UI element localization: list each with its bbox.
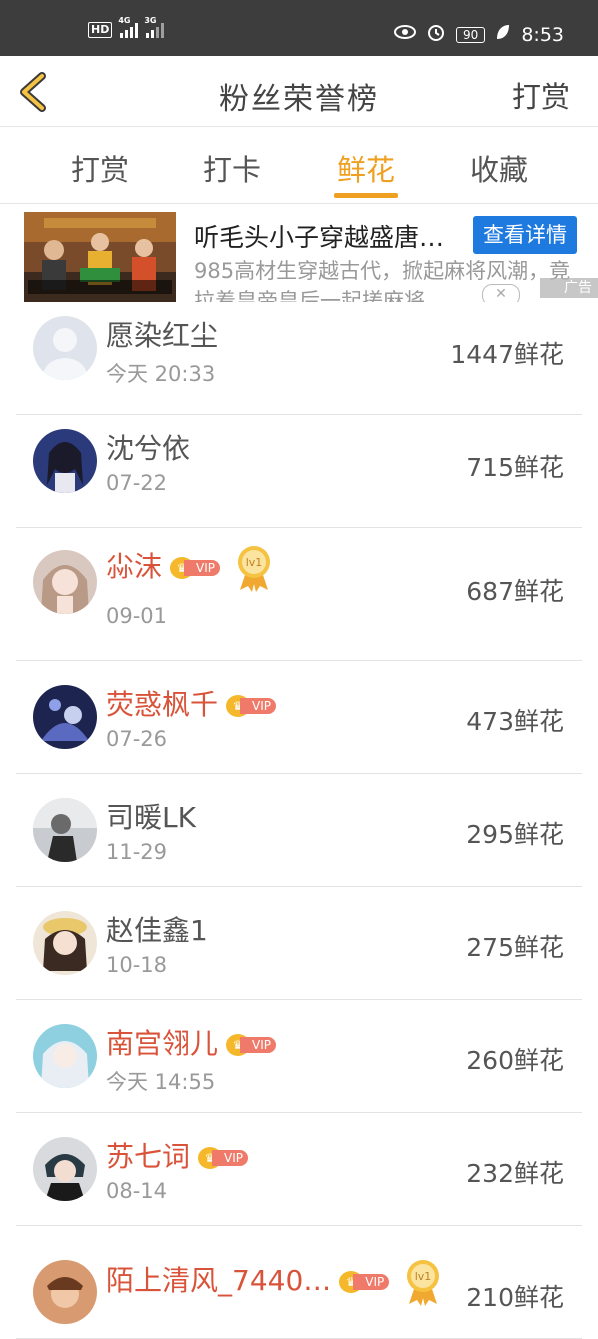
- fan-date: 11-29: [106, 840, 168, 864]
- eye-icon: [394, 24, 417, 45]
- fan-name: 荧惑枫千 ♛ VIP: [106, 683, 282, 723]
- level-medal-icon: lv1: [236, 544, 272, 592]
- leaf-icon: [495, 23, 511, 46]
- fan-name: 愿染红尘: [106, 319, 219, 352]
- list-item[interactable]: 司暖LK 11-29 295鲜花: [16, 774, 582, 887]
- avatar: [33, 1260, 97, 1324]
- fan-flower-count: 275鲜花: [466, 933, 564, 962]
- fan-date: 今天 20:33: [106, 362, 216, 386]
- status-bar: HD 4G 3G 90 8:53: [0, 0, 598, 56]
- svg-text:lv1: lv1: [246, 556, 263, 569]
- fan-flower-count: 687鲜花: [466, 577, 564, 606]
- fan-flower-count: 1447鲜花: [450, 340, 564, 369]
- fan-flower-count: 473鲜花: [466, 707, 564, 736]
- ad-close-button[interactable]: ✕: [482, 284, 520, 302]
- status-left: HD 4G 3G: [88, 16, 165, 38]
- list-item[interactable]: 愿染红尘 今天 20:33 1447鲜花: [16, 302, 582, 415]
- vip-badge: ♛ VIP: [339, 1271, 395, 1293]
- battery-icon: 90: [456, 26, 486, 43]
- fan-date: 09-01: [106, 604, 168, 628]
- fan-name: 苏七词 ♛ VIP: [106, 1135, 254, 1175]
- vip-badge: ♛ VIP: [170, 557, 226, 579]
- vip-badge: ♛ VIP: [226, 695, 282, 717]
- active-tab-indicator: [334, 193, 398, 198]
- fan-name: 司暖LK: [106, 801, 196, 834]
- clock: 8:53: [521, 23, 564, 46]
- level-medal-icon: lv1: [405, 1258, 441, 1306]
- signal-icon-2: 3G: [144, 16, 165, 38]
- list-item[interactable]: 陌上清风_7440… ♛ VIP lv1 210鲜花: [16, 1226, 582, 1339]
- fan-date: 07-22: [106, 471, 168, 495]
- vip-badge: ♛ VIP: [226, 1034, 282, 1056]
- list-item[interactable]: 沈兮依 07-22 715鲜花: [16, 415, 582, 528]
- avatar: [33, 911, 97, 975]
- page-title: 粉丝荣誉榜: [219, 82, 379, 117]
- fan-date: 10-18: [106, 953, 168, 977]
- close-icon: ✕: [495, 286, 507, 302]
- avatar: [33, 685, 97, 749]
- list-item[interactable]: 苏七词 ♛ VIP 08-14 232鲜花: [16, 1113, 582, 1226]
- hd-indicator: HD: [88, 22, 113, 38]
- fan-flower-count: 210鲜花: [466, 1283, 564, 1312]
- alarm-icon: [426, 22, 446, 47]
- svg-text:lv1: lv1: [415, 1270, 432, 1283]
- avatar: [33, 1137, 97, 1201]
- ad-title[interactable]: 听毛头小子穿越盛唐…: [194, 218, 472, 254]
- list-item[interactable]: 尛沫 ♛ VIP lv1 09-01 687鲜花: [16, 528, 582, 661]
- fan-name: 南宫翎儿 ♛ VIP: [106, 1022, 282, 1062]
- tab-reward[interactable]: 打赏: [50, 147, 150, 189]
- fan-flower-count: 715鲜花: [466, 453, 564, 482]
- ad-label: 广告: [540, 278, 598, 298]
- ad-banner[interactable]: 听毛头小子穿越盛唐… 查看详情 985高材生穿越古代，掀起麻将风潮，竟拉着皇帝皇…: [0, 204, 598, 302]
- avatar: [33, 316, 97, 380]
- status-right: 90 8:53: [394, 22, 564, 47]
- tab-favorites[interactable]: 收藏: [449, 147, 549, 189]
- app-header: 粉丝荣誉榜 打赏: [0, 56, 598, 127]
- view-details-button[interactable]: 查看详情: [473, 216, 577, 254]
- fan-flower-count: 232鲜花: [466, 1159, 564, 1188]
- tab-bar: 打赏 打卡 鲜花 收藏: [0, 127, 598, 204]
- list-item[interactable]: 南宫翎儿 ♛ VIP 今天 14:55 260鲜花: [16, 1000, 582, 1113]
- vip-badge: ♛ VIP: [198, 1147, 254, 1169]
- reward-button[interactable]: 打赏: [512, 74, 570, 116]
- avatar: [33, 550, 97, 614]
- ad-thumbnail[interactable]: [24, 212, 176, 302]
- avatar: [33, 798, 97, 862]
- fan-date: 07-26: [106, 727, 168, 751]
- list-item[interactable]: 赵佳鑫1 10-18 275鲜花: [16, 887, 582, 1000]
- list-item[interactable]: 荧惑枫千 ♛ VIP 07-26 473鲜花: [16, 661, 582, 774]
- tab-checkin[interactable]: 打卡: [182, 147, 282, 189]
- fan-list: 愿染红尘 今天 20:33 1447鲜花 沈兮依 07-22 715鲜花 尛沫 ♛…: [0, 302, 598, 1339]
- tab-flowers[interactable]: 鲜花: [316, 147, 416, 189]
- fan-date: 今天 14:55: [106, 1070, 216, 1094]
- fan-flower-count: 295鲜花: [466, 820, 564, 849]
- fan-name: 赵佳鑫1: [106, 914, 208, 947]
- avatar: [33, 429, 97, 493]
- fan-name: 沈兮依: [106, 432, 191, 465]
- fan-date: 08-14: [106, 1179, 168, 1203]
- signal-icon: 4G: [118, 16, 139, 38]
- fan-flower-count: 260鲜花: [466, 1046, 564, 1075]
- fan-name: 陌上清风_7440… ♛ VIP lv1: [106, 1258, 441, 1306]
- avatar: [33, 1024, 97, 1088]
- fan-name: 尛沫 ♛ VIP lv1: [106, 544, 272, 592]
